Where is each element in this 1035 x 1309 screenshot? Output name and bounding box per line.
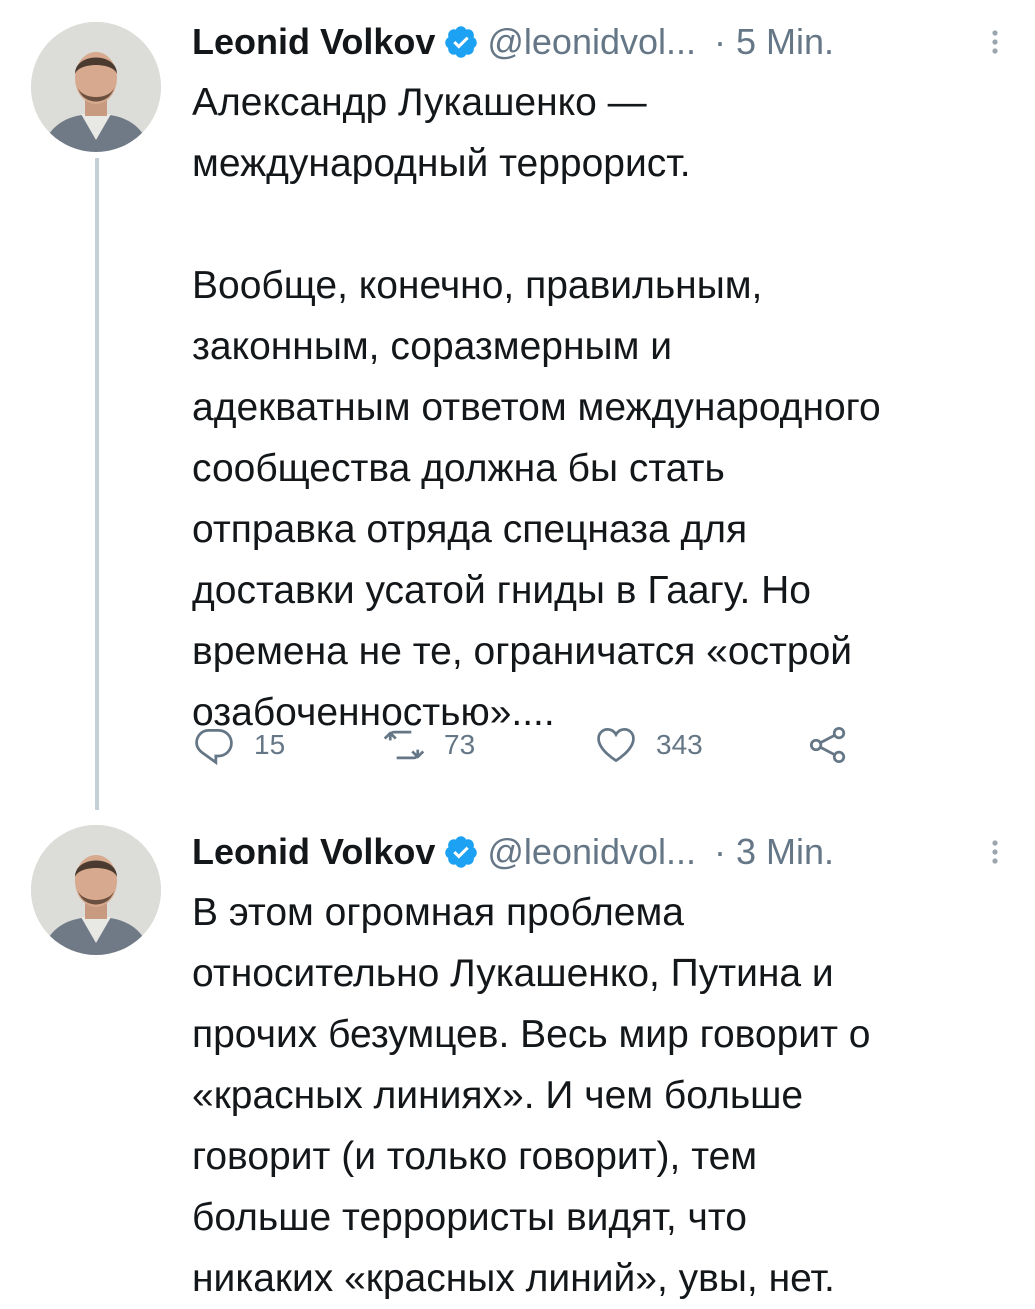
separator-dot: · bbox=[714, 831, 727, 872]
author-name[interactable]: Leonid Volkov bbox=[192, 21, 435, 63]
avatar-photo-icon bbox=[31, 22, 161, 152]
like-button[interactable]: 343 bbox=[594, 723, 806, 767]
reply-count: 15 bbox=[254, 729, 286, 760]
tweet-header: Leonid Volkov @leonidvol... · 3 Min. bbox=[192, 824, 1005, 880]
reply-button[interactable]: 15 bbox=[192, 723, 382, 767]
avatar-photo-icon bbox=[31, 825, 161, 955]
retweet-icon bbox=[383, 730, 425, 760]
tweet-content: Leonid Volkov @leonidvol... · 3 Min. В э… bbox=[192, 824, 1005, 1309]
more-options-icon[interactable] bbox=[985, 834, 1005, 870]
share-button[interactable] bbox=[806, 723, 850, 767]
verified-badge-icon bbox=[445, 836, 478, 868]
tweet-text: В этом огромная проблема относительно Лу… bbox=[192, 891, 871, 1300]
author-name[interactable]: Leonid Volkov bbox=[192, 831, 435, 873]
tweet-content: Leonid Volkov @leonidvol... · 5 Min. Але… bbox=[192, 14, 1005, 743]
heart-icon bbox=[597, 728, 635, 763]
thread-connector-line bbox=[95, 158, 99, 810]
reply-icon bbox=[195, 728, 233, 766]
verified-badge-icon bbox=[445, 26, 478, 58]
tweet[interactable]: Leonid Volkov @leonidvol... · 5 Min. Але… bbox=[0, 0, 1035, 810]
avatar[interactable] bbox=[31, 22, 161, 152]
tweet-header: Leonid Volkov @leonidvol... · 5 Min. bbox=[192, 14, 1005, 70]
retweet-count: 73 bbox=[444, 729, 476, 760]
separator-dot: · bbox=[714, 21, 727, 62]
author-handle[interactable]: @leonidvol... bbox=[487, 831, 696, 873]
author-handle[interactable]: @leonidvol... bbox=[487, 21, 696, 63]
like-count: 343 bbox=[656, 729, 703, 760]
retweet-button[interactable]: 73 bbox=[382, 723, 594, 767]
tweet-actions: 15 73 343 bbox=[192, 720, 850, 770]
share-icon bbox=[809, 726, 846, 764]
more-options-icon[interactable] bbox=[985, 24, 1005, 60]
tweet-timestamp[interactable]: 3 Min. bbox=[736, 831, 834, 873]
tweet-text: Александр Лукашенко — международный терр… bbox=[192, 81, 881, 734]
tweet-timestamp[interactable]: 5 Min. bbox=[736, 21, 834, 63]
avatar[interactable] bbox=[31, 825, 161, 955]
tweet[interactable]: Leonid Volkov @leonidvol... · 3 Min. В э… bbox=[0, 810, 1035, 1300]
